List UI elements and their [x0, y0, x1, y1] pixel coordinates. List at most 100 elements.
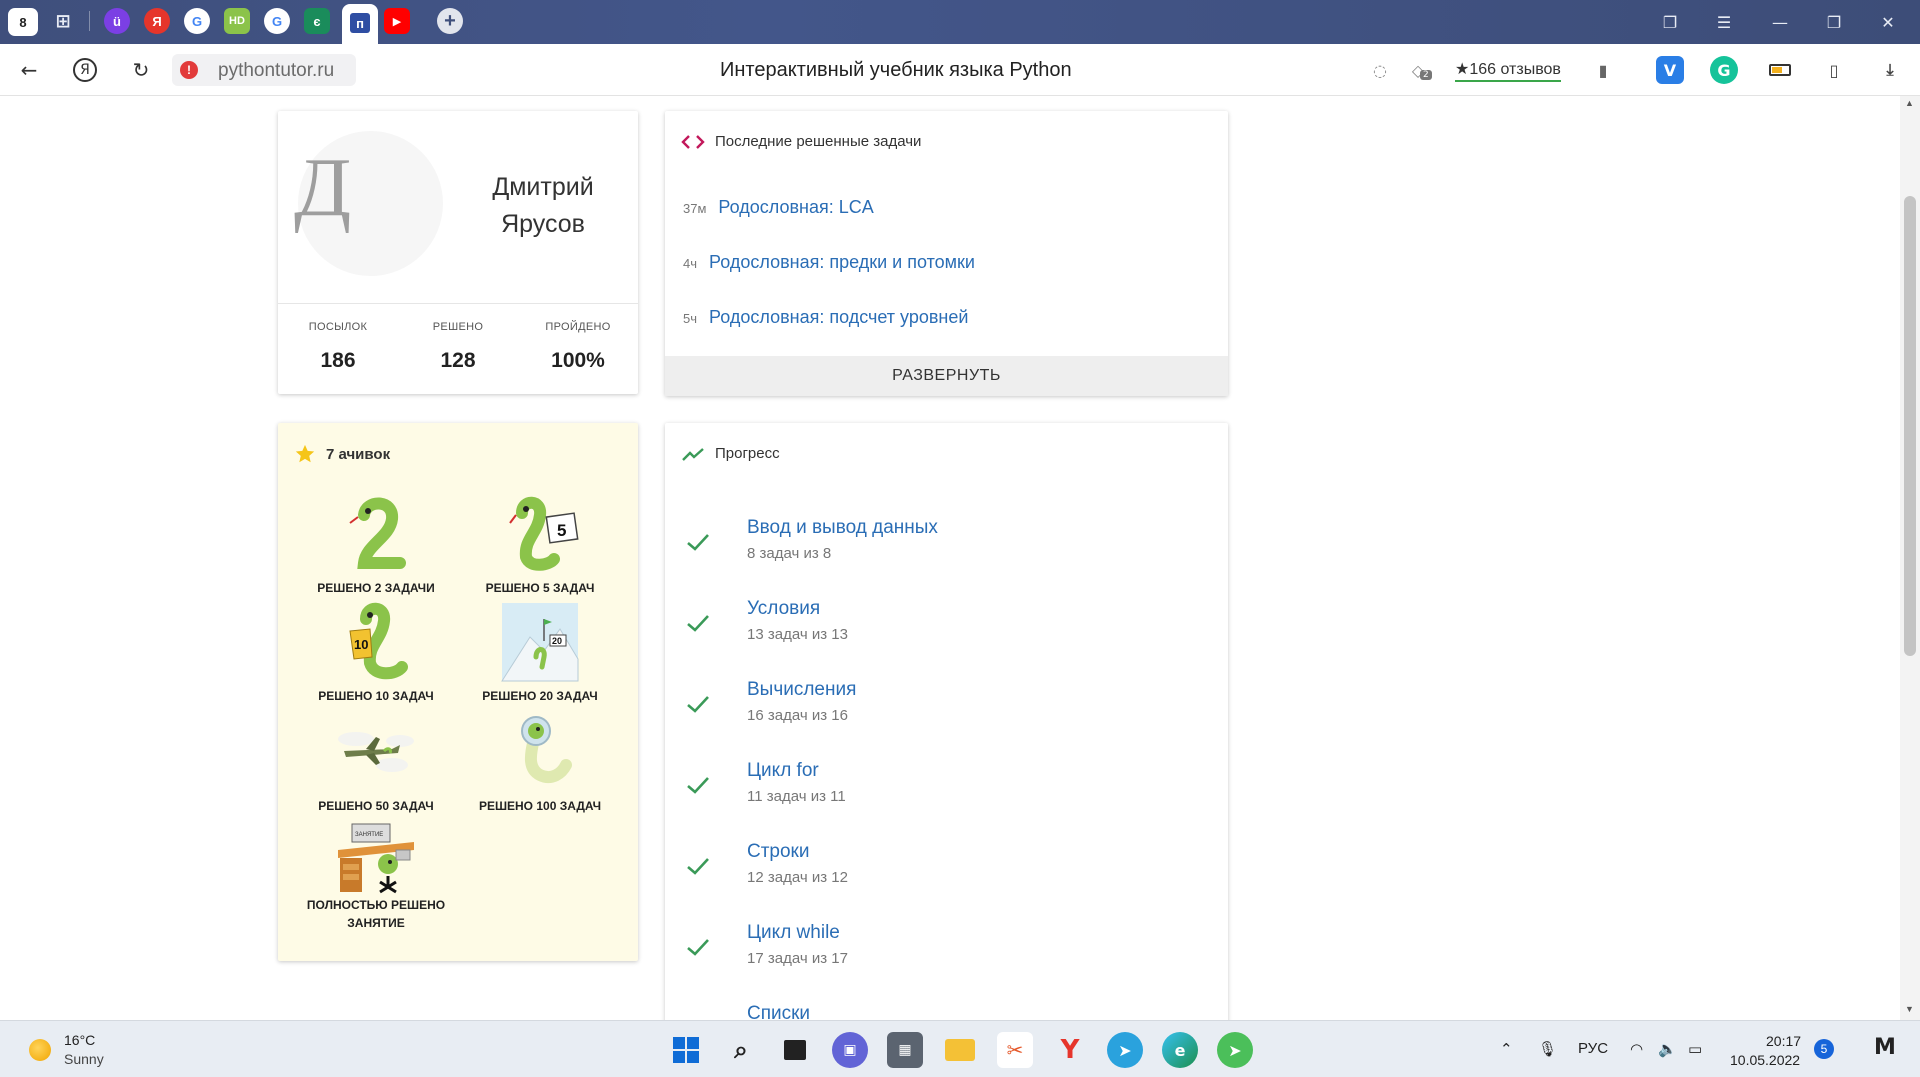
windows-start-icon[interactable]	[668, 1032, 704, 1068]
progress-item-title[interactable]: Условия	[747, 598, 820, 620]
calculator-icon[interactable]: ▦	[887, 1032, 923, 1068]
weather-description[interactable]: Sunny	[64, 1051, 104, 1067]
notification-center-icon[interactable]: Ⅿ	[1874, 1035, 1896, 1060]
windows-taskbar: 16°C Sunny ⌕ ▣ ▦ ✂ Y ➤ e ➤ ⌃ 🎙 РУС ◠ 🔈 ▭…	[0, 1020, 1920, 1077]
warning-icon[interactable]: !	[180, 61, 198, 79]
recent-task-item[interactable]: 4ч Родословная: предки и потомки	[683, 252, 975, 273]
progress-item-title[interactable]: Ввод и вывод данных	[747, 517, 938, 539]
language-indicator[interactable]: РУС	[1578, 1040, 1608, 1057]
progress-item[interactable]: Строки 12 задач из 12	[665, 837, 1228, 907]
yandex-browser-icon[interactable]: Y	[1052, 1032, 1088, 1068]
progress-item[interactable]: Цикл for 11 задач из 11	[665, 756, 1228, 826]
user-name: Дмитрий Ярусов	[492, 173, 594, 238]
clock-time[interactable]: 20:17	[1766, 1033, 1801, 1049]
new-tab-folder-icon[interactable]: ⊞	[50, 8, 76, 34]
code-icon	[681, 134, 705, 149]
tray-chevron-up-icon[interactable]: ⌃	[1500, 1040, 1513, 1058]
achievement-item[interactable]: 10 РЕШЕНО 10 ЗАДАЧ	[296, 601, 456, 705]
minimize-icon[interactable]: —	[1766, 10, 1794, 34]
stat-value: 128	[440, 349, 476, 372]
achievement-item[interactable]: РЕШЕНО 100 ЗАДАЧ	[460, 711, 620, 815]
tab-extension-icon[interactable]: ü	[104, 8, 130, 34]
stat-solved: РЕШЕНО 128	[398, 321, 518, 373]
url-text[interactable]: pythontutor.ru	[218, 60, 334, 82]
tab-e-icon[interactable]: є	[304, 8, 330, 34]
snake-with-sign-icon: 5	[509, 496, 579, 571]
scroll-down-arrow[interactable]: ▼	[1905, 1004, 1914, 1014]
snipping-tool-icon[interactable]: ✂	[997, 1032, 1033, 1068]
achievement-item[interactable]: ЗАНЯТИЕ ПОЛНОСТЬЮ РЕШЕНО ЗАНЯТИЕ	[296, 820, 456, 932]
reading-icon[interactable]: ▯	[1820, 56, 1848, 84]
reload-icon[interactable]: ↻	[126, 56, 156, 84]
edge-icon[interactable]: e	[1162, 1032, 1198, 1068]
page-scrollbar[interactable]: ▲ ▼	[1900, 96, 1920, 1020]
wifi-icon[interactable]: ◠	[1630, 1040, 1643, 1058]
teams-chat-icon[interactable]: ▣	[832, 1032, 868, 1068]
send-app-icon[interactable]: ➤	[1217, 1032, 1253, 1068]
progress-item[interactable]: Цикл while 17 задач из 17	[665, 918, 1228, 988]
tab-yandex-icon[interactable]: Я	[144, 8, 170, 34]
volume-icon[interactable]: 🔈	[1658, 1040, 1677, 1058]
file-explorer-icon[interactable]	[942, 1032, 978, 1068]
tab-hd-icon[interactable]: HD	[224, 8, 250, 34]
achievement-item[interactable]: РЕШЕНО 2 ЗАДАЧИ	[296, 493, 456, 597]
scroll-up-arrow[interactable]: ▲	[1905, 98, 1914, 108]
task-view-icon[interactable]	[777, 1032, 813, 1068]
menu-icon[interactable]: ☰	[1710, 10, 1738, 34]
recent-task-item[interactable]: 37м Родословная: LCA	[683, 197, 874, 218]
check-icon	[687, 696, 709, 713]
search-icon[interactable]: ⌕	[723, 1032, 759, 1068]
progress-item-title[interactable]: Строки	[747, 841, 809, 863]
progress-item[interactable]: Условия 13 задач из 13	[665, 594, 1228, 664]
tab-pythontutor-active[interactable]: п	[342, 4, 378, 44]
tabs-counter-button[interactable]: 8	[8, 8, 38, 36]
recent-task-link[interactable]: Родословная: подсчет уровней	[709, 307, 968, 328]
achievement-item[interactable]: 20 РЕШЕНО 20 ЗАДАЧ	[460, 601, 620, 705]
check-icon	[687, 939, 709, 956]
telegram-icon[interactable]: ➤	[1107, 1032, 1143, 1068]
progress-card: Прогресс Ввод и вывод данных 8 задач из …	[665, 423, 1228, 1020]
reviews-link[interactable]: ★166 отзывов	[1455, 59, 1561, 82]
scrollbar-thumb[interactable]	[1904, 196, 1916, 656]
back-icon[interactable]: ←	[14, 56, 44, 84]
recent-task-link[interactable]: Родословная: предки и потомки	[709, 252, 975, 273]
recent-task-link[interactable]: Родословная: LCA	[718, 197, 873, 218]
progress-item[interactable]: Ввод и вывод данных 8 задач из 8	[665, 513, 1228, 583]
progress-item-count: 11 задач из 11	[747, 788, 846, 805]
microphone-icon[interactable]: 🎙	[1538, 1040, 1557, 1058]
progress-item-title[interactable]: Списки	[747, 1003, 810, 1020]
check-icon	[687, 858, 709, 875]
progress-item-title[interactable]: Цикл while	[747, 922, 840, 944]
battery-saver-icon[interactable]	[1766, 56, 1794, 84]
download-icon[interactable]: ⤓	[1876, 56, 1904, 84]
progress-item-title[interactable]: Цикл for	[747, 760, 819, 782]
achievement-item[interactable]: РЕШЕНО 50 ЗАДАЧ	[296, 711, 456, 815]
achievement-item[interactable]: 5 РЕШЕНО 5 ЗАДАЧ	[460, 493, 620, 597]
tab-google-icon[interactable]: G	[184, 8, 210, 34]
progress-item[interactable]: Вычисления 16 задач из 16	[665, 675, 1228, 745]
tab-youtube-icon[interactable]: ▶	[384, 8, 410, 34]
restore-icon[interactable]: ❐	[1820, 10, 1848, 34]
new-tab-plus-icon[interactable]: +	[437, 8, 463, 34]
weather-temperature[interactable]: 16°C	[64, 1032, 95, 1048]
page-title: Интерактивный учебник языка Python	[720, 59, 1072, 81]
close-icon[interactable]: ✕	[1874, 10, 1902, 34]
collections-icon[interactable]: ❐	[1656, 10, 1684, 34]
comments-icon[interactable]: ◇ 2	[1404, 56, 1432, 84]
progress-item-title[interactable]: Вычисления	[747, 679, 856, 701]
achievement-label: РЕШЕНО 10 ЗАДАЧ	[318, 689, 434, 703]
notifications-badge[interactable]: 5	[1814, 1039, 1834, 1059]
clock-date[interactable]: 10.05.2022	[1730, 1052, 1800, 1068]
grammarly-icon[interactable]: G	[1710, 56, 1738, 84]
chat-icon[interactable]: ◌	[1366, 56, 1394, 84]
browser-tab-strip: 8 ⊞ ü Я G HD G є п ▶ + ❐ ☰ — ❐ ✕	[0, 0, 1920, 44]
sun-icon[interactable]	[29, 1039, 51, 1061]
tab-google-icon-2[interactable]: G	[264, 8, 290, 34]
bookmark-icon[interactable]: ▮	[1589, 56, 1617, 84]
recent-task-item[interactable]: 5ч Родословная: подсчет уровней	[683, 307, 968, 328]
yandex-icon[interactable]: Я	[70, 56, 100, 84]
expand-button[interactable]: РАЗВЕРНУТЬ	[665, 356, 1228, 396]
extension-v-icon[interactable]: V	[1656, 56, 1684, 84]
battery-icon[interactable]: ▭	[1688, 1040, 1702, 1058]
progress-item[interactable]: Списки	[665, 999, 1228, 1020]
